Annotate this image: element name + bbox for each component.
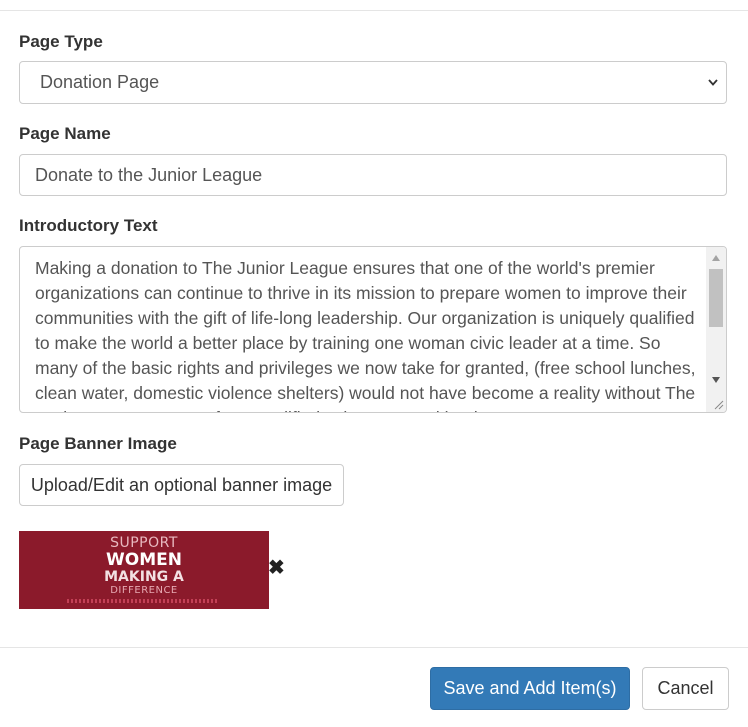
chevron-down-icon <box>708 79 718 86</box>
banner-text-making-a: MAKING A <box>104 569 184 585</box>
scroll-down-icon[interactable] <box>712 377 720 383</box>
page-name-value: Donate to the Junior League <box>35 165 263 185</box>
textarea-scrollbar[interactable] <box>706 247 726 412</box>
banner-thumbnail: SUPPORT WOMEN MAKING A DIFFERENCE <box>19 531 269 609</box>
banner-text-support: SUPPORT <box>110 535 178 551</box>
upload-banner-button[interactable]: Upload/Edit an optional banner image <box>19 464 344 506</box>
intro-text-label: Introductory Text <box>19 216 158 235</box>
page-name-input[interactable]: Donate to the Junior League <box>19 154 727 196</box>
page-type-select[interactable]: Donation Page <box>19 61 727 104</box>
close-icon[interactable]: ✖ <box>268 558 285 578</box>
save-and-add-items-button[interactable]: Save and Add Item(s) <box>430 667 630 710</box>
header-divider <box>0 10 748 11</box>
scrollbar-thumb[interactable] <box>709 269 723 327</box>
footer-divider <box>0 647 748 648</box>
page-name-label: Page Name <box>19 124 111 143</box>
banner-text-difference: DIFFERENCE <box>110 585 178 596</box>
scroll-up-icon[interactable] <box>712 255 720 261</box>
cancel-button[interactable]: Cancel <box>642 667 729 710</box>
banner-text-women: WOMEN <box>106 550 182 570</box>
intro-text-textarea[interactable]: Making a donation to The Junior League e… <box>19 246 727 413</box>
intro-text-value: Making a donation to The Junior League e… <box>35 258 696 412</box>
page-type-selected-value: Donation Page <box>40 72 160 92</box>
resize-grip-icon[interactable] <box>712 398 724 410</box>
banner-label: Page Banner Image <box>19 434 177 453</box>
banner-decoration <box>67 599 219 603</box>
page-type-label: Page Type <box>19 32 103 51</box>
page-settings-modal: Page Type Donation Page Page Name Donate… <box>0 0 748 727</box>
